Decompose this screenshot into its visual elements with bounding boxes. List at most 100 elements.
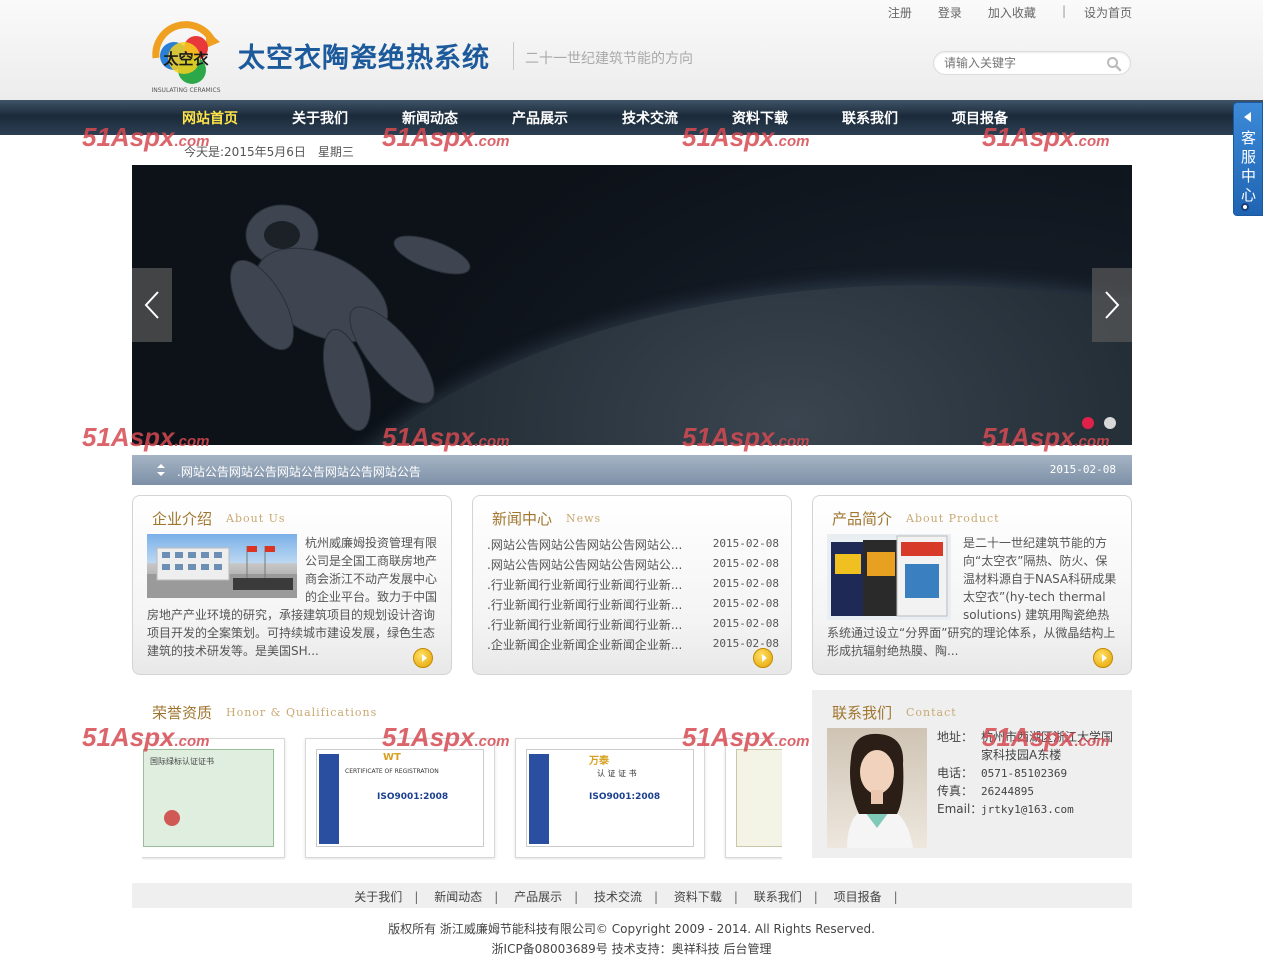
notice-date: 2015-02-08 (1049, 463, 1116, 476)
contact-title-en: Contact (906, 706, 957, 719)
news-item-title[interactable]: .网站公告网站公告网站公告网站公... (487, 556, 697, 573)
set-homepage-link[interactable]: 设为首页 (1084, 4, 1132, 20)
product-text-wrap: 是二十一世纪建筑节能的方向“太空衣”隔热、防火、保温材料源自于NASA科研成果 … (827, 534, 1119, 660)
banner-dot-1[interactable] (1082, 417, 1094, 429)
chevron-left-icon (144, 291, 159, 319)
nav-item-about[interactable]: 关于我们 (292, 108, 348, 128)
notice-text[interactable]: .网站公告网站公告网站公告网站公告网站公告 (177, 463, 421, 480)
news-more-button[interactable] (753, 648, 773, 668)
certificate-card[interactable]: WT CERTIFICATE OF REGISTRATION ISO9001:2… (305, 738, 495, 858)
date-line: 今天是:2015年5月6日 星期三 (184, 145, 354, 159)
about-title-en: About Us (226, 512, 286, 525)
nav-item-home[interactable]: 网站首页 (182, 108, 238, 128)
news-item-date: 2015-02-08 (712, 557, 779, 570)
banner-dot-2[interactable] (1104, 417, 1116, 429)
add-favorite-link[interactable]: 加入收藏 (988, 4, 1036, 20)
footer-link-project[interactable]: 项目报备 (834, 890, 882, 904)
certificate-brand: WT (383, 752, 401, 763)
certificate-card[interactable] (725, 738, 782, 858)
search-box (933, 51, 1131, 75)
banner-next-button[interactable] (1092, 268, 1132, 342)
footer-icp: 浙ICP备08003689号 技术支持：奥祥科技 后台管理 (0, 940, 1263, 957)
top-links-divider: | (1061, 4, 1066, 18)
honor-title-en: Honor & Qualifications (226, 706, 378, 719)
news-item[interactable]: .行业新闻行业新闻行业新闻行业新... 2015-02-08 (487, 594, 779, 614)
certificate-image: 国际绿标认证证书 (143, 749, 274, 847)
logo-ring-text: INSULATING CERAMICS (151, 87, 220, 94)
search-input[interactable] (944, 56, 1104, 70)
contact-title: 联系我们 (832, 704, 893, 722)
banner-prev-button[interactable] (132, 268, 172, 342)
news-item-title[interactable]: .行业新闻行业新闻行业新闻行业新... (487, 596, 697, 613)
news-item-title[interactable]: .行业新闻行业新闻行业新闻行业新... (487, 576, 697, 593)
news-item-title[interactable]: .企业新闻企业新闻企业新闻企业新... (487, 636, 697, 653)
footer-separator: | (733, 890, 738, 904)
email-value[interactable]: jrtky1@163.com (981, 803, 1074, 816)
news-item-date: 2015-02-08 (712, 597, 779, 610)
news-item-date: 2015-02-08 (712, 637, 779, 650)
certificate-heading: CERTIFICATE OF REGISTRATION (345, 768, 439, 775)
product-image-spacer (827, 534, 963, 624)
footer-link-about[interactable]: 关于我们 (354, 890, 402, 904)
site-logo[interactable]: 太空衣 INSULATING CERAMICS (146, 18, 226, 96)
watermark-suffix: .com (1074, 133, 1110, 150)
site-slogan: 二十一世纪建筑节能的方向 (525, 51, 693, 67)
footer-link-products[interactable]: 产品展示 (514, 890, 562, 904)
about-image-spacer (147, 534, 305, 602)
chevron-right-icon (1105, 291, 1120, 319)
title-divider (513, 42, 514, 70)
banner-slider (132, 165, 1132, 445)
register-link[interactable]: 注册 (888, 4, 912, 20)
news-item[interactable]: .行业新闻行业新闻行业新闻行业新... 2015-02-08 (487, 614, 779, 634)
astronaut-image (230, 204, 471, 431)
contact-person-photo (827, 728, 927, 848)
product-title-en: About Product (906, 512, 1000, 525)
footer-link-downloads[interactable]: 资料下载 (674, 890, 722, 904)
footer-separator: | (574, 890, 579, 904)
certificate-image: WT CERTIFICATE OF REGISTRATION ISO9001:2… (316, 749, 484, 847)
nav-item-downloads[interactable]: 资料下载 (732, 108, 788, 128)
admin-link[interactable]: 后台管理 (723, 942, 771, 956)
footer-link-tech[interactable]: 技术交流 (594, 890, 642, 904)
fax-label: 传真： (937, 784, 974, 798)
about-more-button[interactable] (413, 648, 433, 668)
certificate-card[interactable]: 万泰 认 证 证 书 ISO9001:2008 (515, 738, 705, 858)
tech-support-link[interactable]: 奥祥科技 (672, 942, 720, 956)
product-more-button[interactable] (1093, 648, 1113, 668)
contact-address-row: 地址： 杭州市西湖区浙江大学国家科技园A东楼 (937, 728, 1125, 764)
customer-service-tab[interactable]: 客服中心 (1233, 102, 1263, 216)
login-link[interactable]: 登录 (938, 4, 962, 20)
news-item[interactable]: .网站公告网站公告网站公告网站公... 2015-02-08 (487, 554, 779, 574)
certificate-standard: ISO9001:2008 (377, 792, 449, 802)
main-nav: 网站首页 关于我们 新闻动态 产品展示 技术交流 资料下载 联系我们 项目报备 (0, 100, 1263, 135)
nav-item-contact[interactable]: 联系我们 (842, 108, 898, 128)
news-list: .网站公告网站公告网站公告网站公... 2015-02-08 .网站公告网站公告网… (487, 534, 779, 654)
news-item[interactable]: .企业新闻企业新闻企业新闻企业新... 2015-02-08 (487, 634, 779, 654)
footer-link-contact[interactable]: 联系我们 (754, 890, 802, 904)
footer-nav: 关于我们 | 新闻动态 | 产品展示 | 技术交流 | 资料下载 | 联系我们 | 项目报备… (132, 883, 1132, 908)
news-item[interactable]: .网站公告网站公告网站公告网站公... 2015-02-08 (487, 534, 779, 554)
footer-link-news[interactable]: 新闻动态 (434, 890, 482, 904)
nav-item-news[interactable]: 新闻动态 (402, 108, 458, 128)
news-item[interactable]: .行业新闻行业新闻行业新闻行业新... 2015-02-08 (487, 574, 779, 594)
news-item-title[interactable]: .网站公告网站公告网站公告网站公... (487, 536, 697, 553)
nav-item-products[interactable]: 产品展示 (512, 108, 568, 128)
contact-fax-row: 传真： 26244895 (937, 782, 1034, 801)
collapse-arrow-icon (1244, 112, 1251, 122)
fax-value: 26244895 (981, 785, 1034, 798)
certificate-standard: ISO9001:2008 (589, 792, 661, 802)
footer-separator: | (813, 890, 818, 904)
phone-label: 电话： (937, 766, 974, 780)
iso-badge (529, 754, 549, 844)
nav-item-tech[interactable]: 技术交流 (622, 108, 678, 128)
footer-copyright: 版权所有 浙江威廉姆节能科技有限公司© Copyright 2009 - 201… (388, 922, 875, 936)
watermark-suffix: .com (774, 133, 810, 150)
contact-box: 联系我们 Contact 地址： 杭州市西湖区浙江大学国家科技园A东楼 电话： 05… (812, 690, 1132, 858)
footer-separator: | (893, 890, 898, 904)
search-icon[interactable] (1106, 56, 1122, 72)
footer-separator: | (414, 890, 419, 904)
news-item-title[interactable]: .行业新闻行业新闻行业新闻行业新... (487, 616, 697, 633)
nav-item-project[interactable]: 项目报备 (952, 108, 1008, 128)
certificate-card[interactable]: 国际绿标认证证书 (142, 738, 285, 858)
contact-email-row: Email：jrtky1@163.com (937, 800, 1074, 819)
